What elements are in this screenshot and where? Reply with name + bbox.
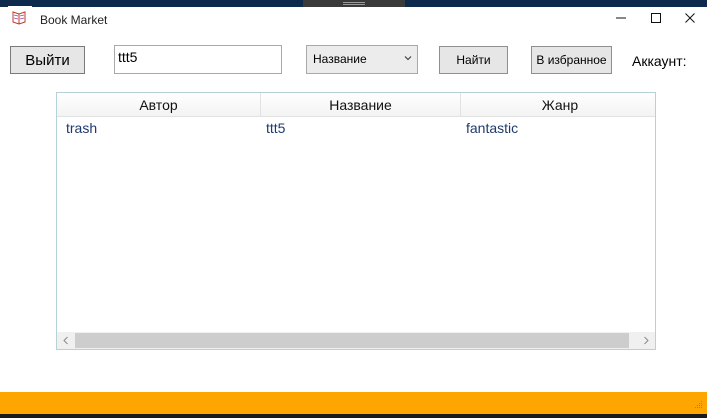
scroll-right-icon[interactable] [642,336,650,345]
cell-genre: fantastic [466,120,519,136]
minimize-button[interactable] [604,7,638,29]
close-button[interactable] [673,7,707,29]
grid-header: Автор Название Жанр [57,93,655,117]
app-book-icon [8,6,32,30]
background-desktop-strip [0,0,707,7]
books-data-grid[interactable]: Автор Название Жанр trash ttt5 fantastic [56,92,656,350]
find-button[interactable]: Найти [439,46,508,74]
cell-author: trash [66,120,98,136]
scroll-left-icon[interactable] [62,336,70,345]
chevron-down-icon [404,56,412,61]
search-input[interactable]: ttt5 [114,45,282,74]
close-icon [685,13,695,23]
window-title: Book Market [40,13,108,27]
column-header-author[interactable]: Автор [57,93,261,116]
search-field-select[interactable]: Название [306,45,418,74]
title-bar[interactable]: Book Market [0,6,707,35]
status-bar [0,392,707,414]
exit-button[interactable]: Выйти [10,46,85,74]
scrollbar-thumb[interactable] [75,333,629,348]
taskbar-edge [0,414,707,418]
search-field-select-value: Название [313,52,367,66]
column-header-genre[interactable]: Жанр [461,93,655,116]
account-label: Аккаунт: [632,53,687,69]
add-to-favorites-button[interactable]: В избранное [531,46,612,74]
cell-title: ttt5 [266,120,286,136]
horizontal-scrollbar[interactable] [57,332,655,349]
maximize-icon [651,13,661,23]
column-header-title[interactable]: Название [261,93,461,116]
window-drag-grip[interactable] [303,0,405,7]
maximize-button[interactable] [639,7,673,29]
table-row[interactable]: trash ttt5 fantastic [57,117,655,139]
resize-grip-icon[interactable] [693,401,703,411]
minimize-icon [616,17,626,19]
